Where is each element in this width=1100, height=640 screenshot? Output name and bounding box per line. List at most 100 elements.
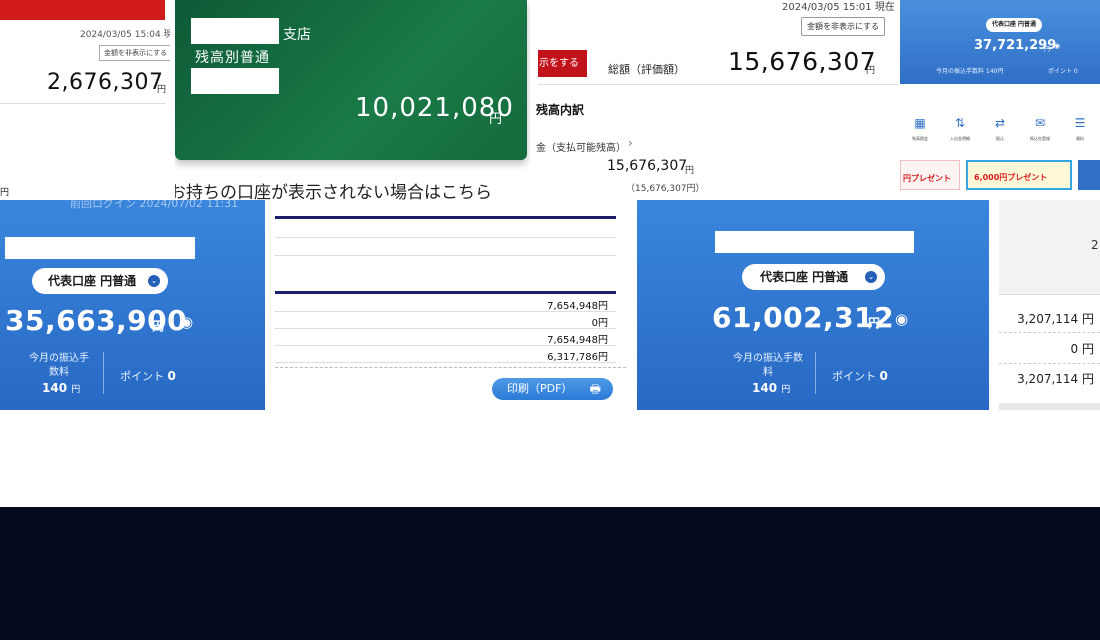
last-login: 前回ログイン 2024/07/02 11:31	[70, 200, 239, 210]
display-toggle-button[interactable]: 示をする	[538, 50, 587, 77]
portfolio-total-panel: 2024/03/05 15:01 現在 金額を非表示にする 示をする 総額（評価…	[530, 0, 900, 200]
timestamp: 2024/03/05 15:04 現	[80, 30, 170, 40]
promo-banner[interactable]	[1078, 160, 1100, 190]
transfer-fee: 今月の振込手数料 140円	[936, 68, 1004, 75]
points: ポイント 0	[1048, 68, 1078, 75]
list-icon: ☰	[1074, 116, 1086, 130]
divider	[815, 352, 816, 394]
account-selector[interactable]: 代表口座 円普通	[986, 18, 1042, 32]
account-card-blue-left: 前回ログイン 2024/07/02 11:31 代表口座 円普通 ⌄ 35,66…	[0, 200, 265, 410]
menu-item-payee[interactable]: ✉ 振込先登録	[1025, 116, 1055, 142]
balance-item-subtotal: （15,676,307円）	[626, 184, 705, 194]
table-row	[275, 345, 616, 346]
brand-header-bar	[0, 0, 165, 20]
timestamp: 2024/03/05 15:01 現在	[782, 2, 895, 13]
redacted-account-number	[191, 68, 279, 94]
menu-item-transfer[interactable]: ⇄ 振込	[985, 116, 1015, 142]
currency-unit: 円	[868, 316, 881, 330]
promo-banner[interactable]: 円プレゼント	[900, 160, 960, 190]
table-row	[999, 332, 1100, 333]
eye-icon[interactable]: ◉	[895, 310, 908, 328]
balance-item-label[interactable]: 金（支払可能残高）	[536, 139, 626, 154]
currency-unit: 円	[157, 85, 167, 95]
balance-amount: 2,676,307	[47, 70, 164, 95]
table-cell: 3,207,114 円	[1017, 312, 1094, 326]
chevron-down-icon: ⌄	[865, 271, 877, 283]
currency-unit: 円	[866, 66, 876, 76]
transfer-fee-value: 140 円	[752, 381, 791, 395]
dotted-divider	[275, 367, 626, 368]
branch-label: 支店	[283, 27, 311, 43]
account-card-blue-right: 代表口座 円普通 ⌄ 61,002,312 円 ◉ 今月の振込手数料 140 円…	[637, 200, 989, 410]
redacted-name	[5, 237, 195, 259]
eye-icon[interactable]: ◉	[180, 313, 193, 331]
table-header-rule	[275, 291, 616, 294]
print-pdf-button[interactable]: 印刷（PDF） 🖶	[492, 378, 613, 400]
envelope-icon: ✉	[1034, 116, 1046, 130]
card-background: 支店 残高別普通 10,021,080 円	[175, 0, 527, 160]
currency-unit: 円	[685, 166, 695, 176]
divider	[0, 103, 165, 104]
redacted-branch-name	[191, 18, 279, 44]
hide-amount-button[interactable]: 金額を非表示にする	[801, 17, 885, 36]
account-selector[interactable]: 代表口座 円普通 ⌄	[742, 264, 885, 290]
table-footer	[999, 403, 1100, 410]
table-cell: 7,654,948円	[547, 301, 608, 312]
balance-amount: 61,002,312	[712, 301, 895, 334]
text-fragment: 円	[0, 188, 10, 198]
account-selector-label: 代表口座 円普通	[48, 274, 137, 288]
balance-table-panel: 7,654,948円 0円 7,654,948円 6,317,786円 印刷（P…	[265, 200, 635, 410]
divider	[538, 84, 898, 85]
mobile-app-panel: 代表口座 円普通 37,721,299 円 ◉ 今月の振込手数料 140円 ポイ…	[900, 0, 1100, 200]
calculator-icon: ▦	[914, 116, 926, 130]
account-header: 代表口座 円普通 37,721,299 円 ◉ 今月の振込手数料 140円 ポイ…	[900, 0, 1100, 84]
exchange-icon: ⇄	[994, 116, 1006, 130]
table-cell: 0 円	[1070, 342, 1094, 356]
account-type: 残高別普通	[195, 50, 270, 66]
table-row	[275, 237, 616, 238]
points: ポイント 0	[832, 369, 888, 383]
table-cell: 6,317,786円	[547, 352, 608, 363]
menu-item-history[interactable]: ⇅ 入出金明細	[945, 116, 975, 142]
promo-banner[interactable]: 6,000円プレゼント	[966, 160, 1072, 190]
table-cell: 7,654,948円	[547, 335, 608, 346]
chevron-down-icon: ⌄	[148, 275, 160, 287]
currency-unit: 円	[152, 319, 165, 333]
dark-footer-band	[0, 507, 1100, 640]
account-selector-label: 代表口座 円普通	[760, 270, 849, 284]
account-card-green: 支店 残高別普通 10,021,080 円 お持ちの口座が表示されない場合はこち…	[175, 0, 535, 200]
table-row	[275, 328, 616, 329]
table-row	[275, 311, 616, 312]
menu-item-docs[interactable]: ☰ 資料	[1065, 116, 1095, 142]
table-row	[999, 294, 1100, 295]
missing-account-link[interactable]: お持ちの口座が表示されない場合はこちら	[175, 178, 492, 200]
currency-unit: 円	[489, 112, 503, 127]
table-row	[999, 363, 1100, 364]
transfer-fee-label: 今月の振込手数料	[733, 353, 803, 378]
account-selector[interactable]: 代表口座 円普通 ⌄	[32, 268, 168, 294]
points: ポイント 0	[120, 369, 176, 383]
table-row	[275, 362, 616, 363]
table-header	[999, 200, 1100, 294]
currency-unit: 円	[1044, 46, 1051, 53]
section-title: 残高内訳	[536, 103, 585, 117]
transfer-fee-value: 140 円	[42, 381, 81, 395]
table-header-rule	[275, 216, 616, 219]
balance-panel-red: 2024/03/05 15:04 現 金額を非表示にする 2,676,307 円…	[0, 0, 170, 200]
transfer-fee-label: 今月の振込手数料	[29, 353, 89, 378]
chevron-right-icon[interactable]: ›	[628, 136, 633, 150]
balance-item-amount: 15,676,307	[607, 158, 688, 174]
divider	[103, 352, 104, 394]
table-row	[275, 255, 616, 256]
table-cell: 3,207,114 円	[1017, 372, 1094, 386]
menu-item-balance[interactable]: ▦ 残高照会	[905, 116, 935, 142]
eye-icon[interactable]: ◉	[1054, 42, 1060, 50]
transfer-icon: ⇅	[954, 116, 966, 130]
printer-icon: 🖶	[589, 382, 601, 396]
balance-table-right: 2 3,207,114 円 0 円 3,207,114 円	[999, 200, 1100, 410]
hide-amount-button[interactable]: 金額を非表示にする	[99, 45, 170, 61]
total-amount: 15,676,307	[728, 47, 877, 76]
total-label: 総額（評価額）	[608, 63, 685, 76]
quick-menu: ▦ 残高照会 ⇅ 入出金明細 ⇄ 振込 ✉ 振込先登録 ☰ 資料	[900, 116, 1100, 142]
table-header-cell: 2	[1091, 238, 1099, 252]
